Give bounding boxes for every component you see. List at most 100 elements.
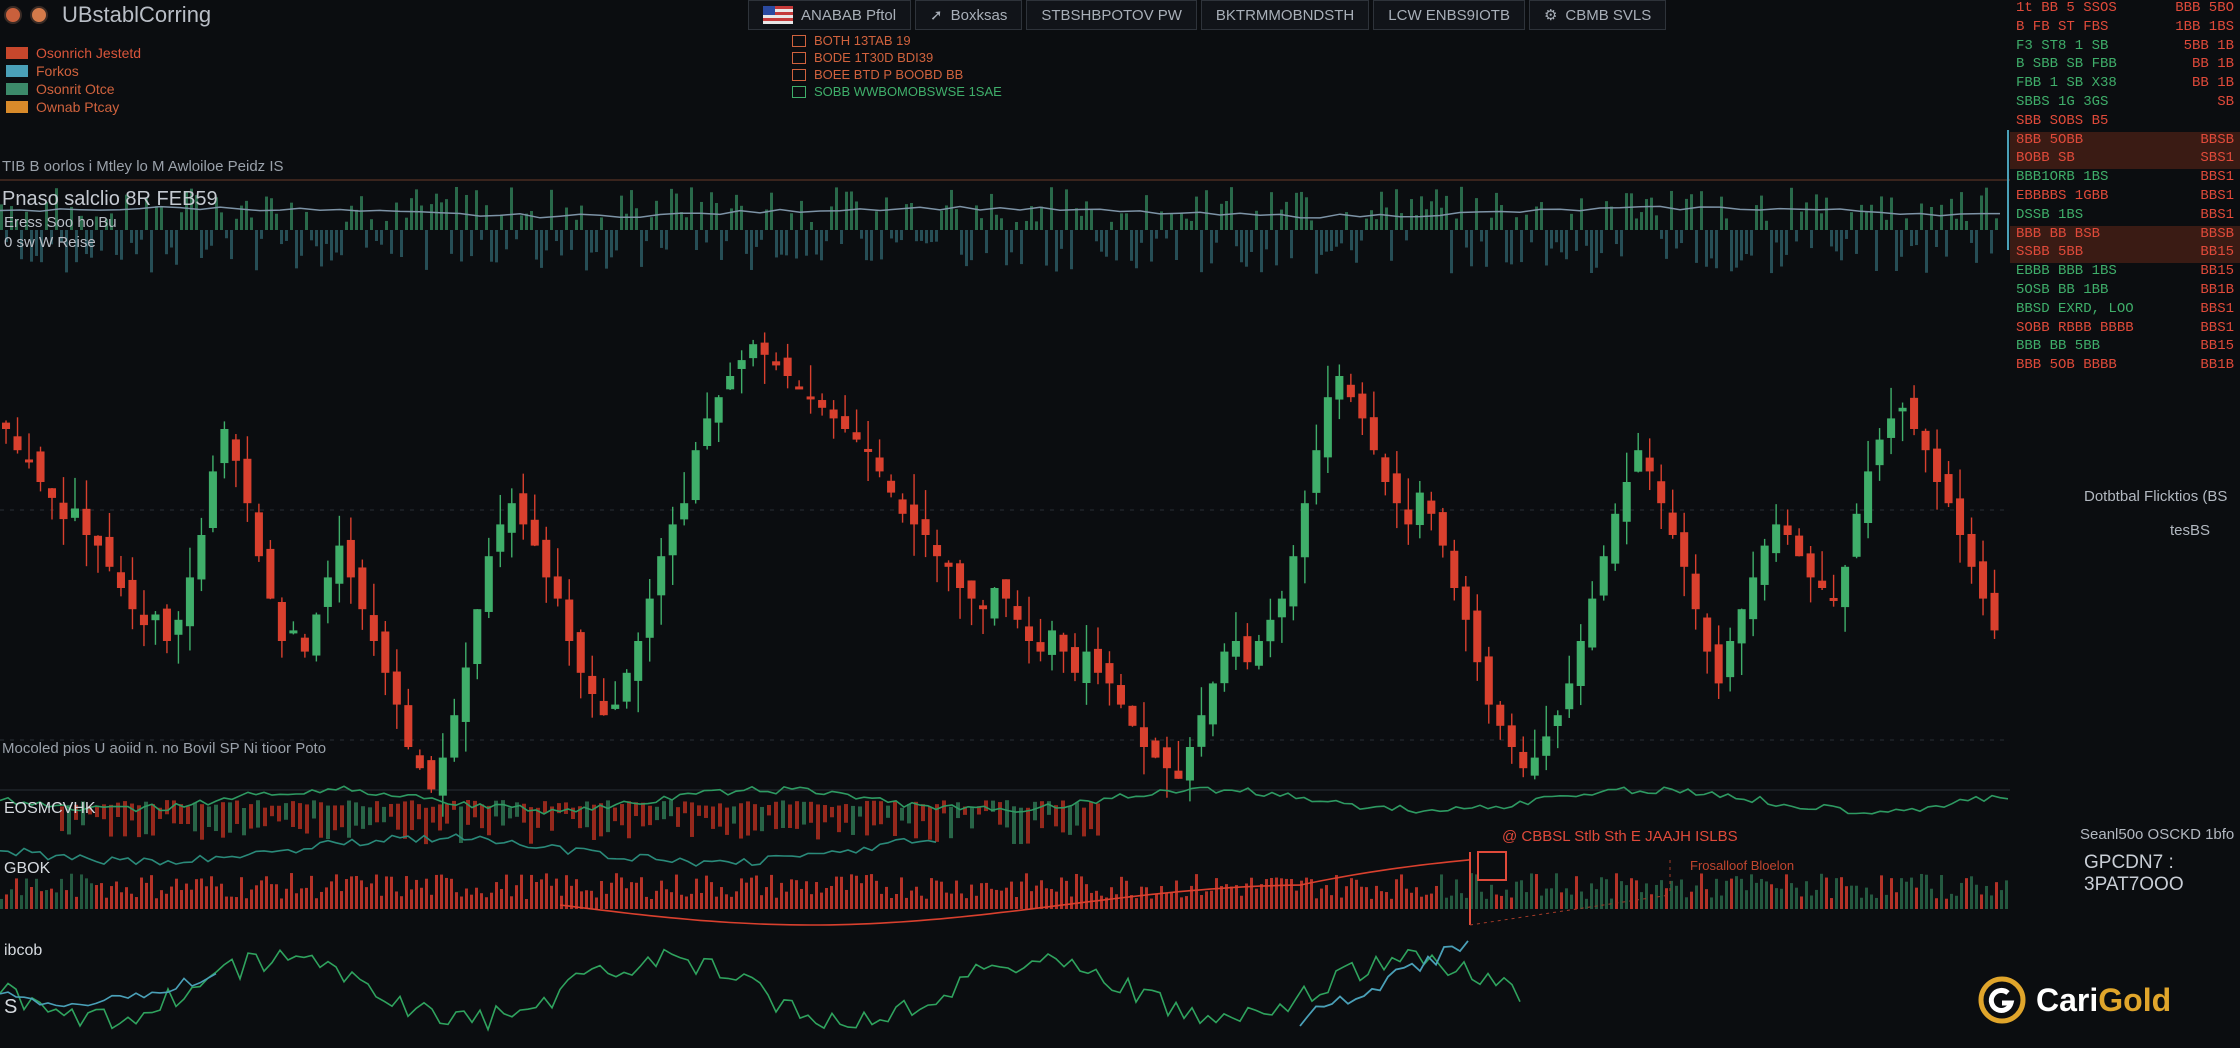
- candle-body: [588, 675, 597, 694]
- order-book-row[interactable]: SBB SOBS B5: [2010, 113, 2240, 132]
- order-book-row[interactable]: BBB1ORB 1BS BBS1: [2010, 169, 2240, 188]
- volume-bar: [1330, 230, 1333, 251]
- histogram-bar: [1380, 891, 1383, 909]
- volume-bar: [430, 204, 433, 230]
- volume-bar: [1915, 230, 1918, 246]
- volume-bar: [335, 230, 338, 253]
- histogram-bar: [1850, 885, 1853, 909]
- candle-body: [1174, 770, 1183, 779]
- volume-bar: [150, 230, 153, 273]
- volume-bar: [1040, 206, 1043, 230]
- signal-bar: [774, 801, 778, 830]
- histogram-bar: [1125, 880, 1128, 909]
- order-book-size: BB1B: [2200, 357, 2234, 374]
- volume-bar: [965, 230, 968, 267]
- histogram-bar: [150, 875, 153, 909]
- order-book-row[interactable]: SBBS 1G 3GS SB: [2010, 94, 2240, 113]
- order-book-row[interactable]: 1t BB 5 SSOS BBB 5BO: [2010, 0, 2240, 19]
- histogram-bar: [1165, 893, 1168, 909]
- signal-bar: [375, 801, 379, 823]
- volume-bar: [990, 193, 993, 230]
- histogram-bar: [375, 874, 378, 909]
- histogram-bar: [1230, 886, 1233, 909]
- volume-bar: [760, 230, 763, 240]
- histogram-bar: [10, 889, 13, 909]
- signal-bar: [809, 801, 813, 823]
- order-book-row[interactable]: B SBB SB FBB BB 1B: [2010, 56, 2240, 75]
- volume-bar: [1255, 210, 1258, 230]
- histogram-bar: [590, 890, 593, 909]
- histogram-bar: [1450, 895, 1453, 909]
- volume-bar: [1700, 191, 1703, 230]
- chart-canvas[interactable]: [0, 0, 2010, 1048]
- order-book-row[interactable]: 5OSB BB 1BB BB1B: [2010, 282, 2240, 301]
- histogram-bar: [635, 882, 638, 909]
- histogram-bar: [1955, 895, 1958, 909]
- volume-bar: [1670, 190, 1673, 230]
- order-book-row[interactable]: 8BB 5OBB BBSB: [2010, 131, 2240, 151]
- histogram-bar: [725, 894, 728, 909]
- volume-bar: [330, 230, 333, 261]
- order-book-row[interactable]: EBBBBS 1GBB BBS1: [2010, 188, 2240, 207]
- order-book-row[interactable]: BBB BB BSB BBSB: [2010, 225, 2240, 245]
- histogram-bar: [1385, 892, 1388, 909]
- histogram-bar: [1860, 897, 1863, 909]
- order-book-row[interactable]: EBBB BBB 1BS BB15: [2010, 263, 2240, 282]
- volume-bar: [545, 230, 548, 251]
- candle-body: [783, 357, 792, 376]
- volume-bar: [1615, 230, 1618, 245]
- histogram-bar: [770, 874, 773, 909]
- volume-bar: [1630, 193, 1633, 230]
- volume-bar: [570, 230, 573, 250]
- histogram-bar: [910, 890, 913, 909]
- histogram-bar: [720, 887, 723, 909]
- order-book-size: BB1B: [2200, 281, 2234, 298]
- signal-bar: [641, 802, 645, 827]
- histogram-bar: [780, 882, 783, 909]
- histogram-bar: [1315, 898, 1318, 909]
- order-book-row[interactable]: B FB ST FBS 1BB 1BS: [2010, 19, 2240, 38]
- order-book-row[interactable]: BBB BB 5BB BB15: [2010, 338, 2240, 357]
- order-book-row[interactable]: FBB 1 SB X38 BB 1B: [2010, 75, 2240, 94]
- volume-bar: [575, 219, 578, 230]
- candle-body: [1519, 751, 1528, 769]
- histogram-bar: [740, 878, 743, 909]
- volume-bar: [1520, 230, 1523, 263]
- order-book-row[interactable]: BBB 5OB BBBB BB1B: [2010, 357, 2240, 376]
- signal-bar: [823, 805, 827, 823]
- carigold-logo-icon: [1978, 976, 2026, 1024]
- histogram-bar: [1015, 897, 1018, 909]
- histogram-bar: [1210, 890, 1213, 909]
- volume-bar: [350, 205, 353, 230]
- volume-bar: [1280, 209, 1283, 230]
- histogram-bar: [840, 876, 843, 909]
- histogram-bar: [485, 897, 488, 909]
- trend-line: [1299, 940, 1469, 1027]
- volume-bar: [1060, 230, 1063, 249]
- volume-bar: [1170, 213, 1173, 230]
- histogram-bar: [520, 874, 523, 909]
- alert-annotation[interactable]: @ CBBSL Stlb Sth E JAAJH ISLBS: [1502, 828, 1738, 845]
- order-book-row[interactable]: SOBB RBBB BBBB BBS1: [2010, 320, 2240, 339]
- order-book-row[interactable]: BBSD EXRD, LOO BBS1: [2010, 301, 2240, 320]
- order-book-row[interactable]: BOBB SB SBS1: [2010, 150, 2240, 170]
- histogram-bar: [1485, 898, 1488, 909]
- histogram-bar: [15, 878, 18, 909]
- order-book-row[interactable]: SSBB 5BB BB15: [2010, 244, 2240, 264]
- volume-bar: [785, 230, 788, 256]
- volume-bar: [1705, 230, 1708, 267]
- volume-bar: [580, 205, 583, 230]
- histogram-bar: [1835, 878, 1838, 909]
- price-label-right-2: tesBS: [2170, 522, 2211, 539]
- volume-bar: [1315, 230, 1318, 274]
- volume-bar: [1735, 230, 1738, 268]
- histogram-bar: [1780, 888, 1783, 909]
- lower-pane-header: Mocoled pios U aoiid n. no Bovil SP Ni t…: [2, 740, 327, 757]
- order-book-row[interactable]: F3 ST8 1 SB 5BB 1B: [2010, 38, 2240, 57]
- histogram-bar: [1865, 887, 1868, 909]
- order-book-price: 1t BB 5 SSOS: [2016, 0, 2117, 16]
- histogram-bar: [290, 873, 293, 909]
- signal-bar: [1068, 806, 1072, 835]
- signal-bar: [347, 800, 351, 838]
- order-book-row[interactable]: DSSB 1BS BBS1: [2010, 207, 2240, 226]
